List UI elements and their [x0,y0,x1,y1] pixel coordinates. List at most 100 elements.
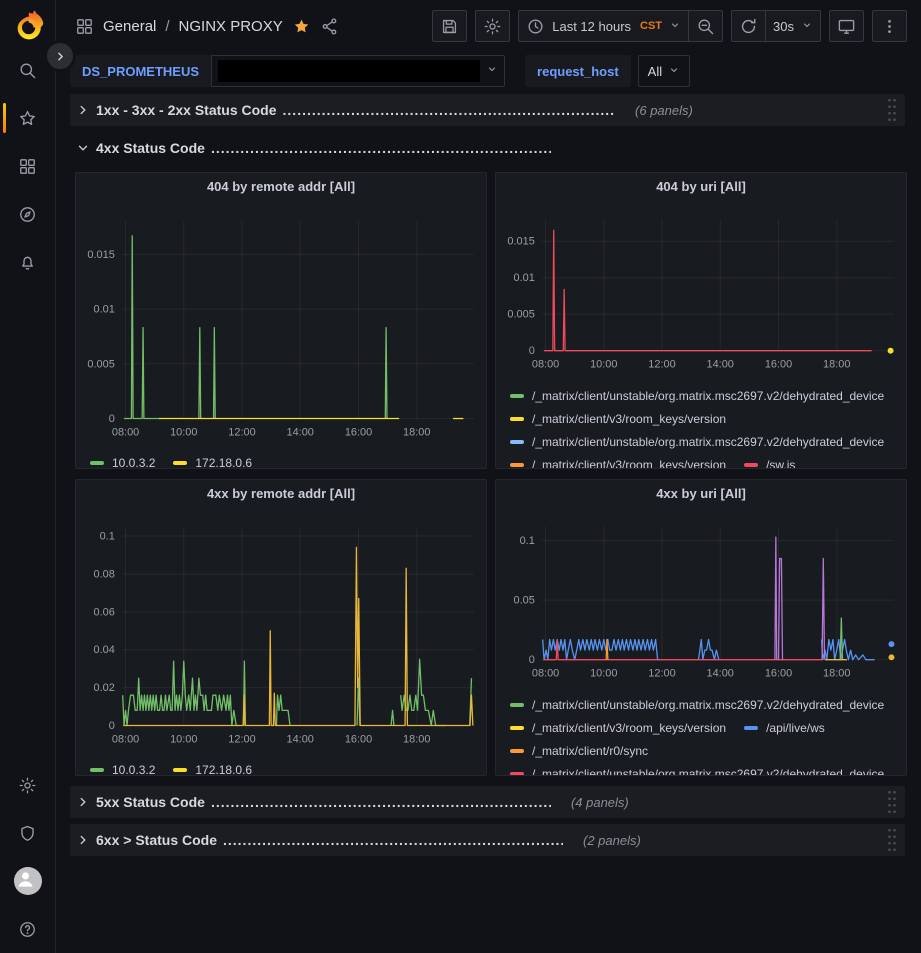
legend-item[interactable]: /_matrix/client/v3/room_keys/version [510,458,726,469]
chevron-right-icon [76,795,90,809]
variable-label-ds-prometheus[interactable]: DS_PROMETHEUS [70,55,211,87]
legend-swatch [510,440,524,444]
legend-item[interactable]: /_matrix/client/v3/room_keys/version [510,721,726,735]
legend-swatch [510,749,524,753]
legend-item[interactable]: 10.0.3.2 [90,763,155,776]
legend-item[interactable]: /sw.js [744,458,795,469]
cycle-view-mode-button[interactable] [829,10,864,42]
svg-text:14:00: 14:00 [707,359,734,371]
chevron-down-icon [669,19,681,34]
legend-label: /_matrix/client/v3/room_keys/version [532,412,726,426]
svg-text:08:00: 08:00 [112,426,139,438]
sidebar-item-server-admin[interactable] [0,809,55,857]
legend-item[interactable]: /_matrix/client/unstable/org.matrix.msc2… [510,435,884,449]
time-series-chart[interactable]: 00.0050.010.01508:0010:0012:0014:0016:00… [496,199,906,382]
legend-item[interactable]: /_matrix/client/v3/room_keys/version [510,412,726,426]
zoom-out-time-button[interactable] [689,10,723,42]
svg-text:14:00: 14:00 [707,668,734,680]
more-options-button[interactable] [872,10,907,42]
panel-404-by-remote-addr: 404 by remote addr [All] 00.0050.010.015… [75,172,487,469]
legend-item[interactable]: /_matrix/client/r0/sync [510,744,648,758]
breadcrumb-divider: / [165,18,169,35]
time-series-chart[interactable]: 00.0050.010.01508:0010:0012:0014:0016:00… [76,199,486,449]
sidebar-item-configuration[interactable] [0,761,55,809]
sidebar-item-profile[interactable] [0,857,55,905]
save-dashboard-button[interactable] [432,10,467,42]
sidebar-item-starred[interactable] [0,94,55,142]
time-controls: Last 12 hours CST [518,10,723,42]
panel-404-by-uri: 404 by uri [All] 00.0050.010.01508:0010:… [495,172,907,469]
grafana-logo-icon[interactable] [9,6,47,46]
row-header-6xx[interactable]: 6xx > Status Code ......................… [70,824,905,856]
svg-text:0: 0 [529,654,535,666]
row-header-1xx-3xx-2xx[interactable]: 1xx - 3xx - 2xx Status Code ............… [70,94,905,126]
legend-row: 10.0.3.2 172.18.0.6 [90,451,478,468]
row-header-5xx[interactable]: 5xx Status Code ........................… [70,786,905,818]
panel-title[interactable]: 4xx by uri [All] [496,480,906,506]
star-filled-icon[interactable] [292,17,311,36]
dashboard-settings-button[interactable] [475,10,510,42]
sidebar-item-help[interactable] [0,905,55,953]
time-series-chart[interactable]: 00.050.108:0010:0012:0014:0016:0018:00 [496,506,906,691]
variable-value-ds-prometheus[interactable] [211,55,505,87]
row-panel-count: (6 panels) [635,103,693,118]
legend-item[interactable]: 172.18.0.6 [173,763,252,776]
timezone-label: CST [640,20,662,32]
breadcrumb-section[interactable]: General [103,18,156,35]
chart-legend: 10.0.3.2 172.18.0.6 [76,756,486,775]
row-drag-handle[interactable] [887,97,897,123]
time-series-chart[interactable]: 00.020.040.060.080.108:0010:0012:0014:00… [76,506,486,756]
legend-item[interactable]: /api/live/ws [744,721,825,735]
share-icon[interactable] [320,17,339,36]
svg-text:14:00: 14:00 [287,426,314,438]
panel-title[interactable]: 404 by uri [All] [496,173,906,199]
sidebar-expand-button[interactable] [44,40,76,72]
svg-text:08:00: 08:00 [532,668,559,680]
svg-text:0.04: 0.04 [94,644,115,656]
legend-label: /_matrix/client/unstable/org.matrix.msc2… [532,767,884,776]
variable-value-request-host[interactable]: All [638,55,690,87]
dashboard-content: 1xx - 3xx - 2xx Status Code ............… [55,94,921,953]
svg-text:10:00: 10:00 [170,733,197,745]
legend-item[interactable]: 172.18.0.6 [173,456,252,469]
refresh-button[interactable] [731,10,766,42]
legend-label: /_matrix/client/unstable/org.matrix.msc2… [532,435,884,449]
row-header-4xx[interactable]: 4xx Status Code ........................… [70,132,905,164]
legend-item[interactable]: 10.0.3.2 [90,456,155,469]
panel-4xx-by-remote-addr: 4xx by remote addr [All] 00.020.040.060.… [75,479,487,776]
redacted-value [218,60,480,82]
row-leader-dots: ........................................… [283,102,616,118]
svg-text:0: 0 [529,345,535,357]
legend-label: /_matrix/client/r0/sync [532,744,648,758]
dashboards-grid-icon [18,157,37,176]
row-drag-handle[interactable] [887,789,897,815]
sidebar-item-explore[interactable] [0,190,55,238]
refresh-interval-picker[interactable]: 30s [766,10,821,42]
svg-text:0.08: 0.08 [94,568,115,580]
legend-label: /_matrix/client/v3/room_keys/version [532,458,726,469]
sidebar-item-dashboards[interactable] [0,142,55,190]
svg-text:0.02: 0.02 [94,682,115,694]
legend-item[interactable]: /_matrix/client/unstable/org.matrix.msc2… [510,767,884,776]
refresh-interval-label: 30s [773,19,794,34]
legend-swatch [510,394,524,398]
chevron-down-icon [486,62,498,80]
legend-item[interactable]: /_matrix/client/unstable/org.matrix.msc2… [510,389,884,403]
svg-text:12:00: 12:00 [648,668,675,680]
row-drag-handle[interactable] [887,827,897,853]
sidebar-item-alerting[interactable] [0,238,55,286]
legend-swatch [90,461,104,465]
dashboard-title[interactable]: NGINX PROXY [179,18,283,35]
time-range-picker[interactable]: Last 12 hours CST [518,10,689,42]
legend-item[interactable]: /_matrix/client/unstable/org.matrix.msc2… [510,698,884,712]
svg-text:18:00: 18:00 [823,359,850,371]
legend-row: /_matrix/client/v3/room_keys/version/sw.… [510,453,898,468]
panel-title[interactable]: 4xx by remote addr [All] [76,480,486,506]
svg-text:16:00: 16:00 [765,359,792,371]
apps-grid-icon[interactable] [75,17,94,36]
legend-swatch [173,768,187,772]
svg-text:18:00: 18:00 [823,668,850,680]
variable-label-request-host[interactable]: request_host [525,55,631,87]
panel-title[interactable]: 404 by remote addr [All] [76,173,486,199]
legend-swatch [510,463,524,467]
